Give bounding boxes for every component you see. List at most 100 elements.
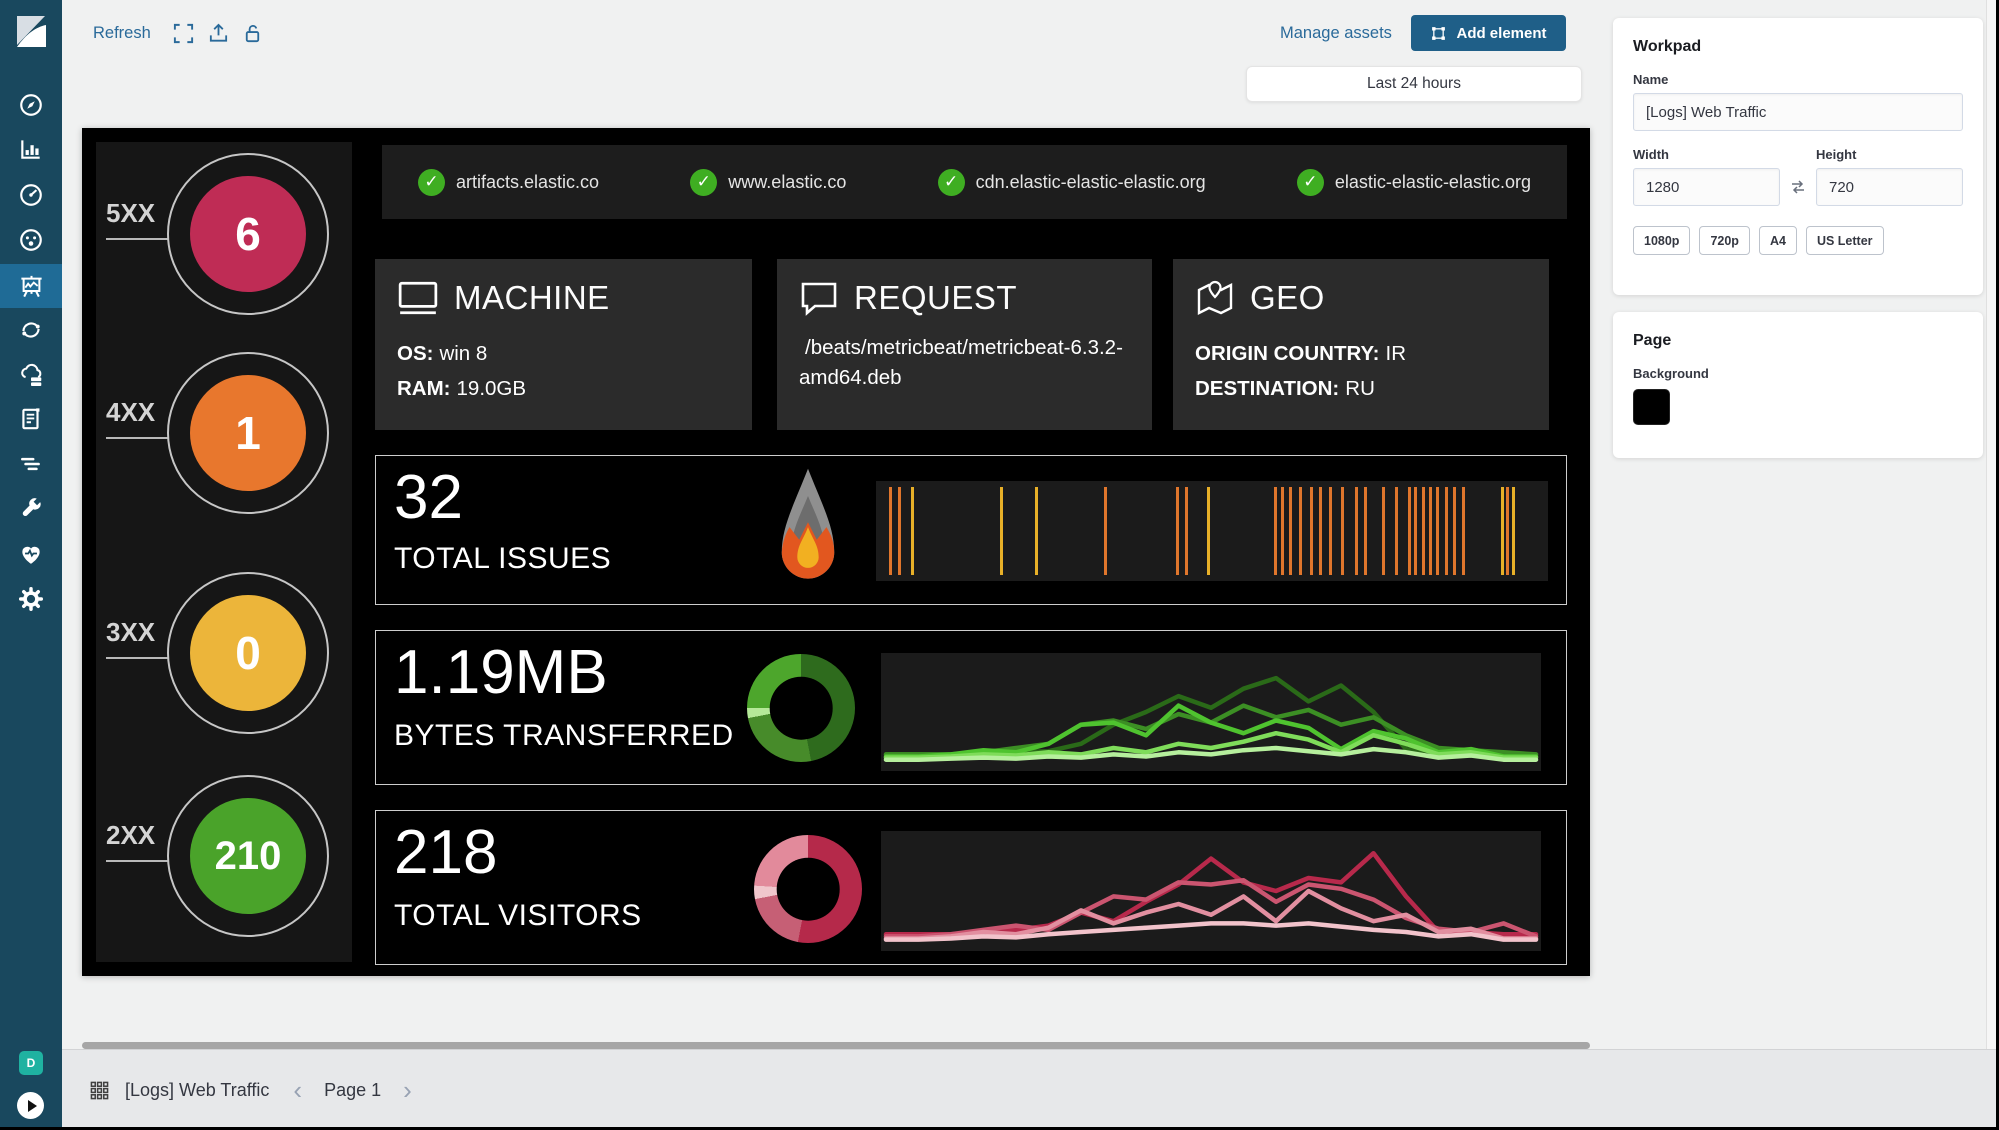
page-label[interactable]: Page 1 [324,1080,381,1101]
page-settings-heading: Page [1633,332,1672,349]
kibana-logo-icon [17,16,46,47]
fullscreen-button[interactable] [172,22,195,45]
bytes-donut-chart[interactable] [747,654,855,762]
next-page-button[interactable]: › [403,1077,412,1103]
status-circle[interactable]: 210 [190,798,306,914]
workpad-title[interactable]: [Logs] Web Traffic [125,1080,269,1101]
space-selector[interactable]: D [19,1051,43,1075]
sidebar-item-discover[interactable] [0,83,62,127]
sidebar-item-logs[interactable] [0,397,62,441]
speech-bubble-icon [801,282,837,316]
height-input[interactable] [1816,168,1963,206]
workpad-canvas[interactable]: 5XX 6 4XX 1 3XX 0 2XX 210 ✓ artifacts.elastic.co… [82,128,1590,976]
domain-item: ✓ artifacts.elastic.co [418,168,600,196]
bytes-line-chart[interactable] [881,653,1541,771]
background-color-swatch[interactable] [1633,389,1670,425]
export-button[interactable] [207,22,230,45]
workpad-settings-card: Workpad Name Width Height 1080p 720p A4 … [1613,18,1983,295]
status-callout-line [106,860,169,862]
rug-tick [1395,487,1399,575]
manage-assets-link[interactable]: Manage assets [1280,24,1392,43]
footer-bar: [Logs] Web Traffic ‹ Page 1 › [62,1049,1999,1130]
workpad-grid-icon[interactable] [90,1081,109,1100]
donut-hole [776,857,840,921]
status-circle[interactable]: 0 [190,595,306,711]
geo-card[interactable]: GEO ORIGIN COUNTRY: IR DESTINATION: RU [1173,259,1549,430]
width-input[interactable] [1633,168,1780,206]
kibana-logo[interactable] [0,0,62,62]
monitor-icon [398,281,438,315]
link-dimensions-button[interactable] [1780,168,1816,206]
rug-tick [1382,487,1386,575]
bytes-transferred-row[interactable]: 1.19MB BYTES TRANSFERRED [375,630,1567,785]
wrench-icon [22,498,41,517]
rug-tick [1444,487,1448,575]
domain-item: ✓ www.elastic.co [690,168,846,196]
horizontal-scrollbar[interactable] [82,1042,1590,1049]
total-visitors-row[interactable]: 218 TOTAL VISITORS [375,810,1567,965]
status-code-label: 2XX [106,820,156,850]
status-codes-panel[interactable]: 5XX 6 4XX 1 3XX 0 2XX 210 [96,142,352,962]
add-element-button[interactable]: Add element [1411,15,1566,51]
visitors-line-chart[interactable] [881,831,1541,951]
preset-a4-button[interactable]: A4 [1758,226,1797,255]
request-card[interactable]: REQUEST /beats/metricbeat/metricbeat-6.3… [777,259,1152,430]
fullscreen-icon [173,23,194,44]
status-code-label: 5XX [106,198,156,228]
rug-tick [1414,487,1418,575]
name-label: Name [1633,72,1669,87]
compass-icon [20,94,42,116]
status-code-label: 3XX [106,617,156,647]
sidebar-item-canvas[interactable] [0,264,62,308]
preset-720p-button[interactable]: 720p [1699,226,1750,255]
sidebar-item-monitoring[interactable] [0,532,62,576]
machine-card-body: OS: win 8 RAM: 19.0GB [397,342,527,400]
sidebar-item-management[interactable] [0,577,62,621]
size-presets: 1080p 720p A4 US Letter [1633,226,1963,255]
time-filter[interactable]: Last 24 hours [1246,66,1582,102]
add-element-label: Add element [1456,24,1547,42]
status-callout-line [106,657,169,659]
sidebar-item-dashboard[interactable] [0,173,62,217]
sidebar-item-uptime[interactable] [0,442,62,486]
bar-chart-icon [21,140,40,159]
visitors-donut-chart[interactable] [754,835,862,943]
status-callout-line [106,437,169,439]
issues-rug-chart[interactable] [876,481,1548,581]
page-settings-card: Page Background [1613,312,1983,458]
rug-tick [1185,487,1189,575]
staggered-lines-icon [21,457,40,471]
rug-tick [1363,487,1367,575]
sidebar-item-infrastructure[interactable] [0,353,62,397]
sidebar-item-visualize[interactable] [0,127,62,171]
check-icon: ✓ [1296,168,1324,196]
preset-us-letter-button[interactable]: US Letter [1805,226,1884,255]
sidebar-item-machine-learning[interactable] [0,218,62,262]
request-card-title: REQUEST [799,279,1130,317]
total-issues-row[interactable]: 32 TOTAL ISSUES [375,455,1567,605]
status-circle[interactable]: 1 [190,375,306,491]
background-label: Background [1633,366,1709,381]
preset-1080p-button[interactable]: 1080p [1633,226,1691,255]
visitors-label: TOTAL VISITORS [394,899,642,932]
app-sidebar: D [0,0,62,1130]
gauge-icon [20,184,42,206]
previous-page-button[interactable]: ‹ [293,1077,302,1103]
unlock-button[interactable] [241,22,264,45]
rug-tick [1422,487,1426,575]
play-icon [27,1099,37,1112]
rug-tick [1506,487,1510,575]
machine-card[interactable]: MACHINE OS: win 8 RAM: 19.0GB [375,259,752,430]
domain-label: artifacts.elastic.co [456,171,600,192]
workpad-name-input[interactable] [1633,93,1963,131]
vector-square-icon [1432,26,1446,40]
sidebar-item-code[interactable] [0,308,62,352]
rug-tick [1511,487,1515,575]
fullscreen-play-button[interactable] [17,1092,44,1119]
refresh-link[interactable]: Refresh [93,24,151,43]
status-circle[interactable]: 6 [190,176,306,292]
sidebar-item-dev-tools[interactable] [0,487,62,531]
domain-health-list[interactable]: ✓ artifacts.elastic.co ✓ www.elastic.co ✓ c… [382,145,1567,219]
machine-card-title: MACHINE [397,279,730,317]
rug-tick [1273,487,1277,575]
